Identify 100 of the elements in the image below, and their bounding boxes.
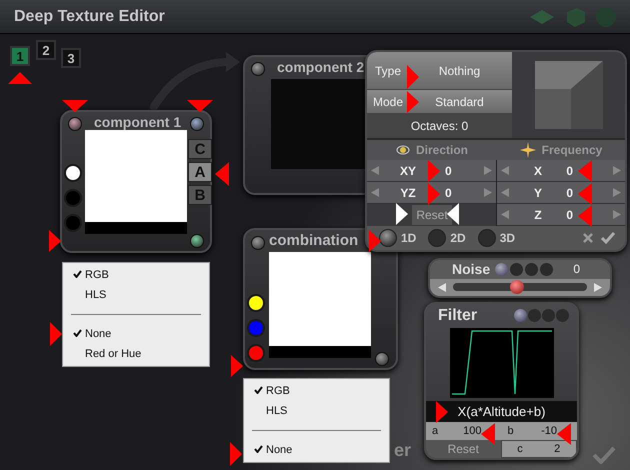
right-arrow-icon[interactable] (484, 166, 492, 175)
menu-item-label: Red or Hue (85, 348, 142, 360)
left-arrow-icon[interactable] (501, 210, 509, 219)
swatch[interactable] (64, 214, 82, 232)
menu-item-label: None (85, 328, 112, 340)
param-value[interactable]: 100 (463, 425, 482, 438)
octave-dot[interactable] (495, 262, 508, 276)
flat-plane-icon[interactable] (530, 10, 554, 24)
triangle-marker-icon (215, 162, 229, 186)
radio-button[interactable] (428, 229, 446, 247)
channel-button[interactable]: A (188, 162, 212, 182)
triangle-marker-icon (578, 183, 592, 205)
axis-label: YZ (399, 186, 417, 200)
radio-label: 2D (450, 231, 466, 245)
right-arrow-icon[interactable] (484, 188, 492, 197)
radio-label: 3D (500, 231, 516, 245)
left-arrow-icon[interactable] (501, 166, 509, 175)
left-arrow-icon[interactable] (371, 166, 379, 175)
axis-label: Z (533, 208, 543, 222)
triangle-marker-icon (481, 423, 495, 445)
axis-value[interactable]: 0 (566, 164, 573, 178)
menu-item-label: None (266, 444, 292, 456)
triangle-marker-icon (447, 203, 459, 225)
menu-item[interactable]: RGB (63, 265, 209, 285)
right-arrow-icon[interactable] (613, 210, 621, 219)
orbit-icon (396, 143, 410, 157)
checkmark-icon[interactable] (601, 232, 615, 244)
radio-button[interactable] (478, 229, 496, 247)
cube-icon[interactable] (564, 6, 586, 28)
param-label: c (517, 443, 523, 456)
menu-item-label: HLS (85, 289, 106, 301)
swatch[interactable] (64, 189, 82, 207)
panel-title: combination (269, 232, 358, 249)
knob-icon[interactable] (68, 117, 82, 131)
left-arrow-icon[interactable] (371, 188, 379, 197)
left-arrow-icon[interactable] (438, 282, 446, 292)
filter-title: Filter (438, 306, 478, 325)
right-arrow-icon[interactable] (594, 282, 602, 292)
slider-thumb[interactable] (510, 280, 524, 294)
left-arrow-icon[interactable] (501, 188, 509, 197)
octave-dot[interactable] (510, 262, 524, 276)
right-arrow-icon[interactable] (613, 166, 621, 175)
sparkle-icon (520, 142, 536, 158)
swatch[interactable] (247, 319, 265, 337)
field-label: Mode (372, 94, 404, 108)
mode-value[interactable]: Standard (435, 94, 484, 108)
knob-icon[interactable] (251, 62, 265, 76)
octave-dot[interactable] (525, 262, 538, 276)
curved-arrow-icon (150, 52, 240, 112)
knob-icon[interactable] (190, 117, 204, 131)
triangle-marker-icon (436, 401, 448, 423)
field-label: Type (374, 64, 402, 78)
triangle-marker-icon (407, 91, 419, 113)
page-tab[interactable]: 1 (10, 46, 30, 66)
knob-icon[interactable] (251, 236, 265, 250)
menu-item-label: RGB (266, 385, 290, 397)
checkmark-icon (254, 445, 263, 453)
panel-title: component 1 (94, 114, 182, 130)
triangle-marker-icon (187, 100, 213, 112)
menu-item[interactable]: RGB (244, 381, 389, 401)
octave-dot[interactable] (540, 262, 554, 276)
noise-label: Noise (452, 261, 490, 278)
axis-value[interactable]: 0 (566, 186, 573, 200)
menu-item-label: RGB (85, 269, 109, 281)
page-tab[interactable]: 2 (36, 40, 56, 60)
triangle-marker-icon (578, 205, 592, 227)
octave-dot[interactable] (542, 309, 555, 322)
triangle-marker-icon (8, 72, 32, 84)
param-value[interactable]: -10 (541, 425, 557, 438)
menu-item[interactable]: HLS (63, 285, 209, 305)
knob-icon[interactable] (190, 234, 204, 248)
param-label: a (432, 425, 438, 438)
right-arrow-icon[interactable] (613, 188, 621, 197)
menu-item[interactable]: Red or Hue (63, 344, 209, 364)
cube-preview (534, 61, 602, 129)
noise-value: 0 (573, 262, 580, 276)
octave-dot[interactable] (556, 309, 569, 322)
swatch[interactable] (247, 294, 265, 312)
octave-dot[interactable] (528, 309, 541, 322)
octave-dot[interactable] (514, 309, 527, 322)
checkmark-icon (73, 329, 82, 337)
triangle-marker-icon (230, 442, 242, 466)
triangle-marker-icon (369, 230, 381, 252)
triangle-marker-icon (407, 65, 419, 89)
type-value[interactable]: Nothing (438, 64, 480, 78)
checkmark-icon[interactable] (592, 446, 616, 464)
swatch[interactable] (64, 164, 82, 182)
close-icon[interactable] (583, 233, 593, 243)
menu-item[interactable]: HLS (244, 401, 389, 421)
axis-value[interactable]: 0 (445, 164, 452, 178)
menu-item[interactable]: None (63, 324, 209, 344)
param-value[interactable]: 2 (554, 443, 560, 456)
axis-value[interactable]: 0 (566, 208, 573, 222)
page-tab[interactable]: 3 (61, 48, 81, 68)
knob-icon[interactable] (375, 352, 389, 366)
radio-button[interactable] (379, 229, 397, 247)
swatch[interactable] (247, 344, 265, 362)
menu-item[interactable]: None (244, 440, 389, 460)
axis-value[interactable]: 0 (445, 186, 452, 200)
triangle-marker-icon (428, 160, 440, 182)
